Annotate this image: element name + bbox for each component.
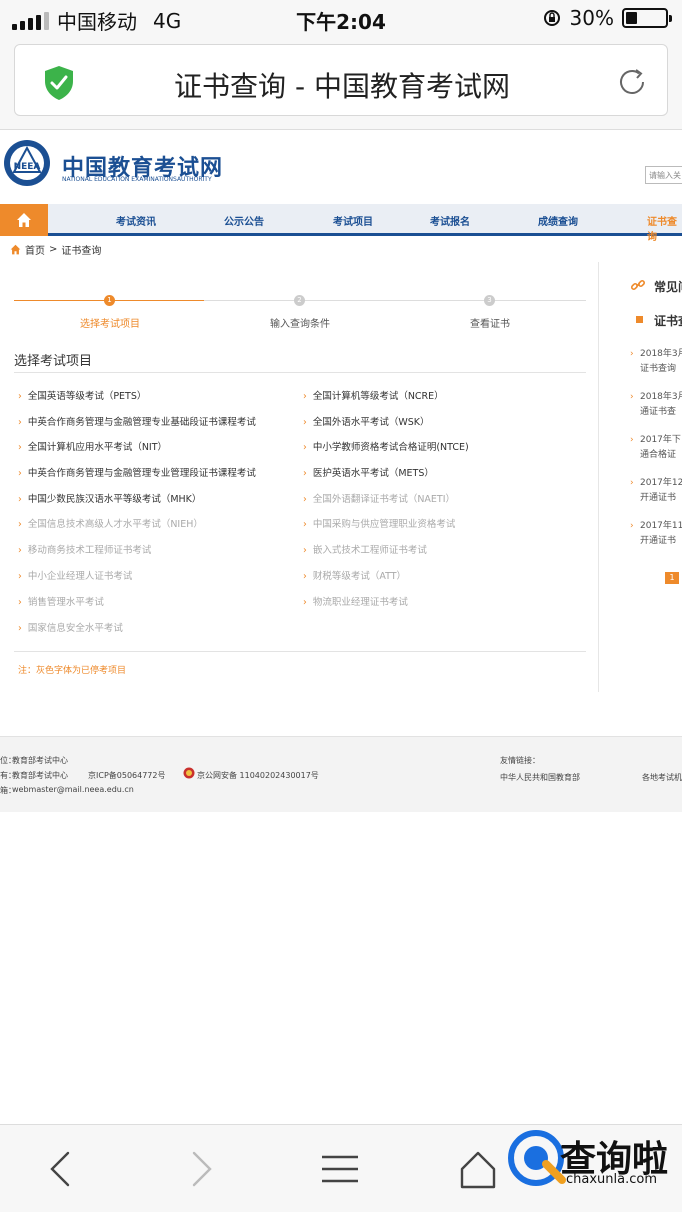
link-icon — [630, 279, 646, 291]
back-icon[interactable] — [40, 1147, 84, 1191]
site-footer: 位： 教育部考试中心 有： 教育部考试中心 京ICP备05064772号 京公网… — [0, 736, 682, 812]
exam-item-discontinued: 国家信息安全水平考试 — [18, 620, 123, 634]
svg-text:NEEA: NEEA — [14, 162, 41, 172]
forward-icon[interactable] — [180, 1147, 224, 1191]
watermark-url: chaxunla.com — [566, 1172, 657, 1187]
news-line: 通合格证 — [640, 450, 677, 460]
discontinued-note: 注：灰色字体为已停考项目 — [18, 666, 127, 676]
url-field[interactable]: 证书查询 - 中国教育考试网 — [14, 44, 668, 116]
news-line: 2017年下 — [640, 435, 681, 445]
pagination-page[interactable]: 1 — [665, 572, 679, 584]
step-2-marker: 2 — [294, 295, 305, 306]
nav-item-news[interactable]: 考试资讯 — [116, 213, 156, 228]
news-line: 开通证书 — [640, 493, 677, 503]
exam-item[interactable]: 中英合作商务管理与金融管理专业基础段证书课程考试 — [18, 414, 256, 428]
exam-item[interactable]: 中英合作商务管理与金融管理专业管理段证书课程考试 — [18, 465, 256, 479]
sidebar-news-item[interactable]: 2018年3月通证书查 — [630, 390, 682, 420]
exam-item-discontinued: 移动商务技术工程师证书考试 — [18, 542, 152, 556]
breadcrumb-separator: > — [49, 244, 58, 255]
news-line: 2017年11 — [640, 521, 682, 531]
exam-item-discontinued: 全国外语翻译证书考试（NAETI） — [303, 491, 455, 505]
exam-item-discontinued: 销售管理水平考试 — [18, 594, 104, 608]
breadcrumb-home[interactable]: 首页 — [25, 242, 45, 257]
footer-police[interactable]: 京公网安备 11040202430017号 — [197, 770, 319, 781]
exam-item[interactable]: 全国英语等级考试（PETS） — [18, 388, 147, 402]
exam-item-discontinued: 中国采购与供应管理职业资格考试 — [303, 516, 456, 530]
footer-links-label: 友情链接： — [500, 756, 540, 765]
section-divider — [14, 372, 586, 373]
sidebar-news-item[interactable]: 2017年12 开通证书 — [630, 476, 682, 506]
exam-item-discontinued: 财税等级考试（ATT） — [303, 568, 406, 582]
battery-icon — [622, 8, 672, 28]
exam-item[interactable]: 中国少数民族汉语水平等级考试（MHK） — [18, 491, 202, 505]
sidebar-subtitle: 证书查 — [654, 314, 682, 328]
step-3-label: 查看证书 — [470, 319, 510, 330]
nav-item-certificates[interactable]: 证书查询 — [647, 213, 682, 243]
sidebar-news-item[interactable]: 2017年11 开通证书 — [630, 519, 682, 549]
footer-sponsor: 教育部考试中心 — [12, 771, 68, 780]
police-badge-icon — [183, 767, 195, 779]
exam-item-discontinued: 物流职业经理证书考试 — [303, 594, 408, 608]
home-icon — [17, 213, 31, 227]
step-2-label: 输入查询条件 — [270, 319, 330, 330]
section-title: 选择考试项目 — [14, 354, 93, 369]
sidebar-news-item[interactable]: 2017年下通合格证 — [630, 433, 682, 463]
web-page: NEEA 中国教育考试网 NATIONAL EDUCATION EXAMINAT… — [0, 132, 682, 812]
nav-item-notices[interactable]: 公示公告 — [224, 213, 264, 228]
step-1-marker: 1 — [104, 295, 115, 306]
exam-item[interactable]: 中小学教师资格考试合格证明(NTCE) — [303, 439, 469, 453]
nav-item-registration[interactable]: 考试报名 — [430, 213, 470, 228]
exam-item[interactable]: 全国计算机等级考试（NCRE） — [303, 388, 444, 402]
exam-item-discontinued: 全国信息技术高级人才水平考试（NIEH） — [18, 516, 203, 530]
sidebar-news-item[interactable]: 2018年3月证书查询 — [630, 347, 682, 377]
orientation-lock-icon — [543, 10, 560, 26]
footer-icp[interactable]: 京ICP备05064772号 — [88, 770, 166, 781]
footer-link-local[interactable]: 各地考试机 — [642, 772, 682, 783]
footer-email[interactable]: webmaster@mail.neea.edu.cn — [12, 785, 134, 794]
exam-item[interactable]: 全国计算机应用水平考试（NIT） — [18, 439, 167, 453]
bullet-square-icon — [636, 316, 643, 323]
reload-icon[interactable] — [615, 65, 649, 99]
exam-item[interactable]: 医护英语水平考试（METS） — [303, 465, 434, 479]
news-line: 开通证书 — [640, 536, 677, 546]
home-icon[interactable] — [456, 1147, 500, 1191]
sidebar-divider — [598, 262, 599, 692]
page-title: 证书查询 - 中国教育考试网 — [174, 70, 510, 103]
menu-icon[interactable] — [318, 1147, 362, 1191]
news-line: 2018年3月 — [640, 392, 682, 402]
nav-item-scores[interactable]: 成绩查询 — [538, 213, 578, 228]
browser-address-bar: 证书查询 - 中国教育考试网 — [0, 36, 682, 130]
nav-item-projects[interactable]: 考试项目 — [333, 213, 373, 228]
home-icon — [10, 244, 21, 255]
note-divider — [14, 651, 586, 652]
exam-item-discontinued: 中小企业经理人证书考试 — [18, 568, 133, 582]
step-1-label: 选择考试项目 — [80, 319, 140, 330]
news-line: 证书查询 — [640, 364, 677, 374]
footer-host: 教育部考试中心 — [12, 756, 68, 765]
status-bar: 中国移动 4G 下午2:04 30% — [0, 0, 682, 36]
main-nav: 考试资讯 公示公告 考试项目 考试报名 成绩查询 证书查询 — [0, 204, 682, 243]
breadcrumb-current: 证书查询 — [61, 246, 102, 257]
battery-percent: 30% — [569, 6, 614, 30]
exam-item[interactable]: 全国外语水平考试（WSK） — [303, 414, 430, 428]
news-line: 2018年3月 — [640, 349, 682, 359]
news-line: 2017年12 — [640, 478, 682, 488]
exam-item-discontinued: 嵌入式技术工程师证书考试 — [303, 542, 427, 556]
neea-logo: NEEA — [4, 140, 50, 186]
footer-link-moe[interactable]: 中华人民共和国教育部 — [500, 772, 580, 783]
status-right: 30% — [542, 6, 672, 30]
news-line: 通证书查 — [640, 407, 677, 417]
sidebar-title: 常见问 — [654, 280, 682, 294]
nav-home[interactable] — [0, 204, 48, 236]
breadcrumb: 首页 > 证书查询 — [10, 242, 101, 257]
brand-name-en: NATIONAL EDUCATION EXAMINATIONSAUTHORITY — [62, 176, 212, 183]
site-search-input[interactable]: 请输入关 — [645, 166, 682, 184]
step-3-marker: 3 — [484, 295, 495, 306]
